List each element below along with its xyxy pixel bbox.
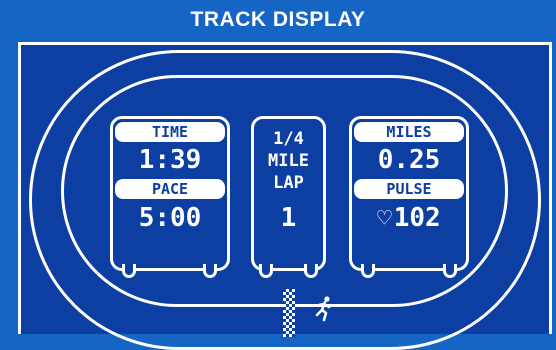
pulse-label: PULSE	[354, 179, 464, 199]
lap-mile-label: MILE	[268, 151, 309, 171]
track-display-screen: TIME 1:39 PACE 5:00 1/4 MILE LAP 1 MILES…	[18, 42, 552, 350]
heart-icon: ♡	[377, 204, 392, 232]
page-title: TRACK DISPLAY	[190, 8, 366, 31]
panel-leg	[304, 264, 318, 278]
finish-line-icon	[283, 289, 295, 337]
time-value: 1:39	[138, 145, 202, 175]
panel-leg	[361, 264, 375, 278]
panel-leg	[443, 264, 457, 278]
miles-value: 0.25	[377, 145, 441, 175]
panel-leg	[259, 264, 273, 278]
lap-label: LAP	[273, 173, 304, 193]
lap-panel: 1/4 MILE LAP 1	[251, 116, 326, 271]
panel-leg	[203, 264, 217, 278]
pulse-value: 102	[393, 203, 441, 233]
time-pace-panel: TIME 1:39 PACE 5:00	[110, 116, 230, 271]
miles-label: MILES	[354, 122, 464, 142]
miles-pulse-panel: MILES 0.25 PULSE ♡ 102	[349, 116, 469, 271]
runner-icon	[315, 296, 331, 322]
time-label: TIME	[115, 122, 225, 142]
pace-label: PACE	[115, 179, 225, 199]
lap-fraction-label: 1/4	[273, 129, 304, 149]
panel-leg	[122, 264, 136, 278]
pace-value: 5:00	[138, 203, 202, 233]
lap-value: 1	[280, 203, 297, 233]
pulse-readout: ♡ 102	[352, 203, 466, 233]
